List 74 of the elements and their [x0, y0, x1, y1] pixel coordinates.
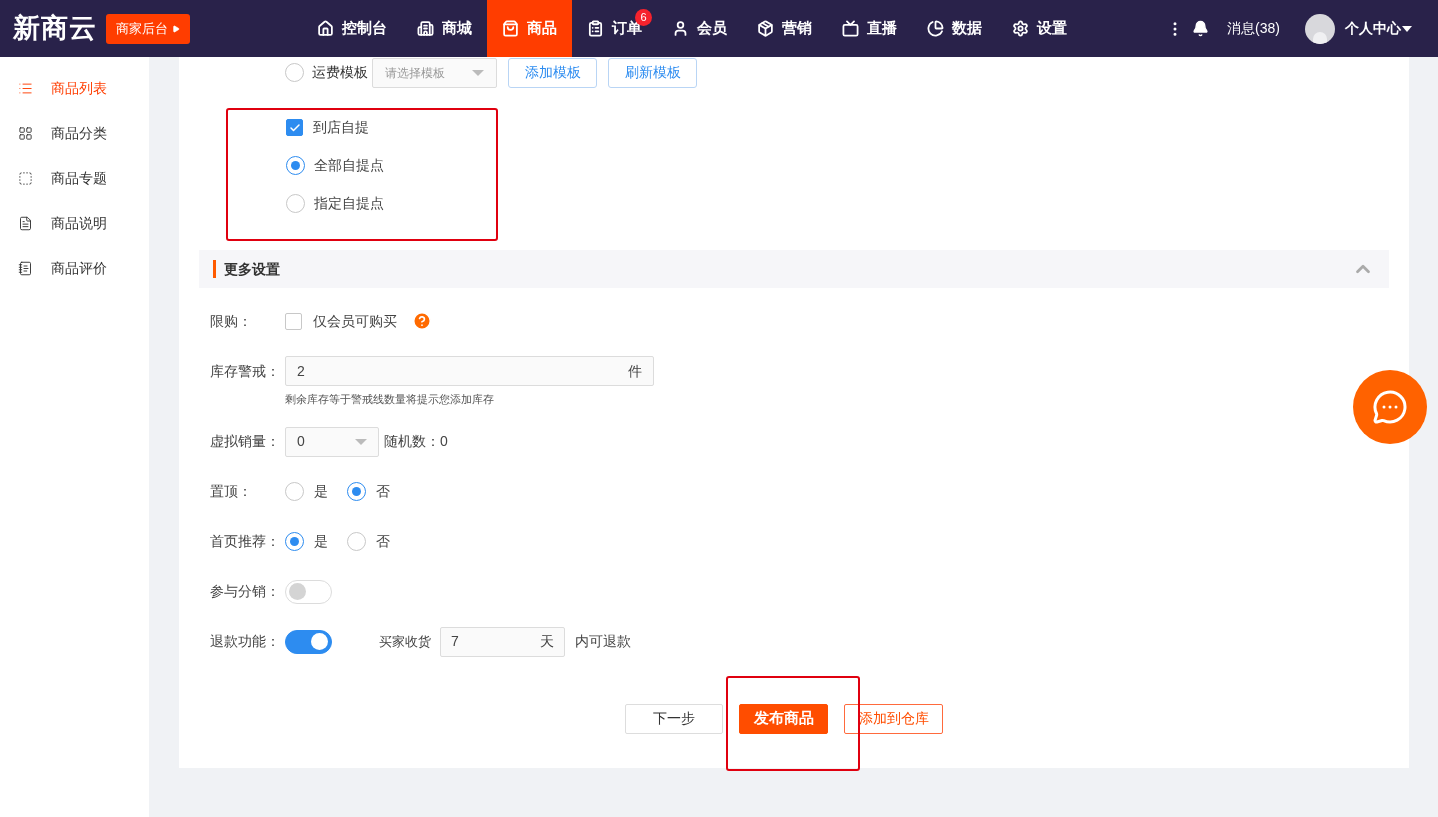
clipboard-icon [587, 20, 604, 37]
select-field[interactable]: 0 [285, 426, 379, 457]
merchant-button[interactable]: 商家后台 [106, 13, 190, 44]
pie-chart-icon [927, 20, 944, 37]
template-button[interactable]: 刷新模板 [608, 57, 697, 88]
gear-icon [1012, 20, 1029, 37]
bag-icon [18, 171, 33, 186]
nav-tab[interactable]: 直播 [827, 0, 912, 57]
hint-text: 剩余库存等于警戒线数量将提示您添加库存 [285, 392, 495, 407]
radio-button[interactable] [347, 532, 366, 551]
field-label: 首页推荐： [209, 532, 281, 551]
sidebar-item[interactable]: 商品列表 [0, 66, 149, 111]
house-icon [317, 20, 334, 37]
radio-label: 是 [314, 532, 328, 551]
bell-icon[interactable] [1192, 20, 1210, 37]
nav-tab[interactable]: 商城 [402, 0, 487, 57]
radio-button[interactable] [286, 156, 305, 175]
checkbox-label: 仅会员可购买 [313, 311, 397, 331]
nav-tab[interactable]: 设置 [997, 0, 1082, 57]
field-label: 退款功能： [209, 632, 281, 651]
radio-label: 否 [376, 532, 390, 551]
template-button[interactable]: 添加模板 [508, 57, 597, 88]
help-icon[interactable] [412, 311, 432, 331]
radio-button[interactable] [285, 63, 304, 82]
refund-prefix: 买家收货 [379, 632, 431, 651]
cube-icon [757, 20, 774, 37]
radio-button[interactable] [286, 194, 305, 213]
document-icon [18, 216, 33, 231]
check-icon [288, 121, 301, 134]
radio-label: 运费模板 [312, 63, 368, 82]
notebook-icon [18, 261, 33, 276]
checkbox[interactable] [286, 119, 303, 136]
grid-icon [18, 126, 33, 141]
building-icon [417, 20, 434, 37]
radio-button[interactable] [285, 532, 304, 551]
action-button[interactable]: 下一步 [625, 703, 723, 734]
logo: 新商云 [13, 12, 97, 46]
tv-icon [842, 20, 859, 37]
sidebar-item[interactable]: 商品评价 [0, 246, 149, 291]
checkbox[interactable] [285, 312, 302, 330]
caret-icon [172, 24, 180, 33]
refund-suffix: 内可退款 [575, 632, 631, 651]
list-icon [18, 81, 33, 96]
nav-tab[interactable]: 营销 [742, 0, 827, 57]
radio-button[interactable] [285, 482, 304, 501]
radio-button[interactable] [347, 482, 366, 501]
field-label: 置顶： [209, 482, 253, 501]
nav-tab[interactable]: 控制台 [302, 0, 402, 57]
random-count: 随机数：0 [384, 432, 448, 451]
bag-icon [502, 20, 519, 37]
person-icon [672, 20, 689, 37]
nav-tab[interactable]: 商品 [487, 0, 572, 57]
field-label: 限购： [209, 311, 253, 331]
field-label: 库存警戒： [209, 361, 281, 381]
checkbox-label: 到店自提 [313, 118, 369, 137]
user-menu[interactable]: 个人中心 [1345, 18, 1412, 39]
radio-label: 全部自提点 [314, 156, 384, 175]
radio-label: 否 [376, 482, 390, 501]
field-label: 参与分销： [209, 582, 281, 601]
field-label: 虚拟销量： [209, 432, 281, 451]
input-field[interactable]: 2 件 [285, 356, 654, 386]
sidebar-item[interactable]: 商品专题 [0, 156, 149, 201]
avatar[interactable] [1305, 13, 1335, 44]
messages-link[interactable]: 消息(38) [1227, 18, 1280, 39]
sidebar-item[interactable]: 商品分类 [0, 111, 149, 156]
days-field[interactable]: 7 天 [440, 626, 565, 657]
nav-tab[interactable]: 数据 [912, 0, 997, 57]
nav-tab[interactable]: 会员 [657, 0, 742, 57]
radio-label: 指定自提点 [314, 194, 384, 213]
sidebar-item[interactable]: 商品说明 [0, 201, 149, 246]
chat-icon [1372, 389, 1408, 425]
section-title: 更多设置 [224, 259, 280, 279]
radio-label: 是 [314, 482, 328, 501]
toggle-switch[interactable] [285, 629, 332, 654]
